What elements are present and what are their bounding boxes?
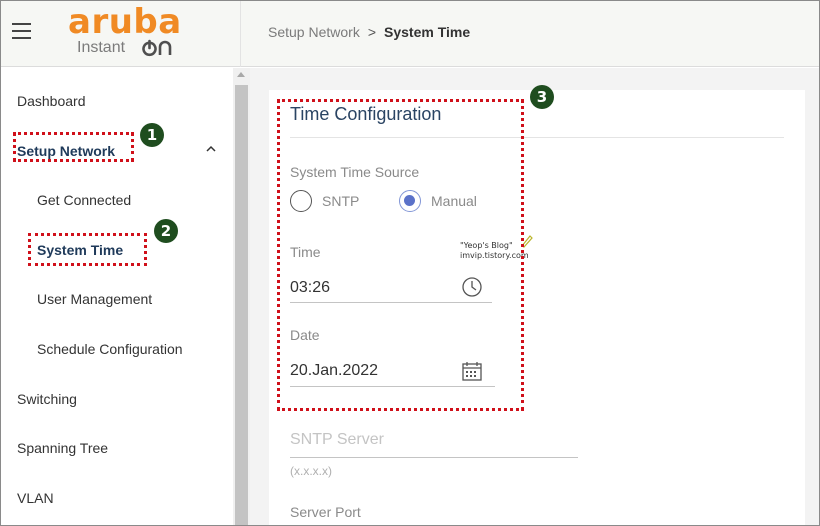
breadcrumb: Setup Network > System Time [268, 24, 470, 40]
sidebar-item-dashboard[interactable]: Dashboard [17, 93, 86, 109]
sidebar-item-get-connected[interactable]: Get Connected [37, 192, 131, 208]
logo-wordmark: aruba [68, 2, 182, 42]
step-badge-3: 3 [530, 85, 554, 109]
menu-icon[interactable] [12, 23, 31, 41]
chevron-up-icon[interactable] [206, 145, 216, 152]
top-bar: aruba Instant Setup Network > System Time [1, 1, 819, 67]
server-port-label: Server Port [290, 504, 361, 520]
sidebar-item-spanning-tree[interactable]: Spanning Tree [17, 440, 108, 456]
logo-on-mark [141, 39, 175, 61]
app-window: aruba Instant Setup Network > System Time … [0, 0, 820, 526]
sidebar-item-vlan[interactable]: VLAN [17, 490, 54, 506]
sntp-server-hint: (x.x.x.x) [290, 464, 332, 478]
step-badge-2: 2 [154, 219, 178, 243]
sidebar-scrollbar[interactable] [233, 68, 250, 525]
annotation-box-setup-network [13, 132, 134, 162]
breadcrumb-separator: > [367, 24, 377, 40]
scroll-thumb[interactable] [235, 85, 248, 525]
sidebar-item-schedule-configuration[interactable]: Schedule Configuration [37, 341, 183, 357]
breadcrumb-parent[interactable]: Setup Network [268, 24, 360, 40]
header-divider [240, 1, 241, 67]
breadcrumb-current: System Time [384, 24, 471, 40]
sidebar-item-switching[interactable]: Switching [17, 391, 77, 407]
sidebar-item-user-management[interactable]: User Management [37, 291, 152, 307]
annotation-box-system-time [28, 233, 147, 266]
scroll-up-arrow-icon[interactable] [237, 72, 245, 77]
logo-product: Instant [77, 39, 126, 56]
sntp-server-underline [290, 457, 578, 458]
sntp-server-input[interactable]: SNTP Server [290, 431, 384, 449]
annotation-box-time-settings [277, 99, 524, 411]
aruba-instant-on-logo: aruba Instant [68, 2, 182, 61]
step-badge-1: 1 [140, 123, 164, 147]
